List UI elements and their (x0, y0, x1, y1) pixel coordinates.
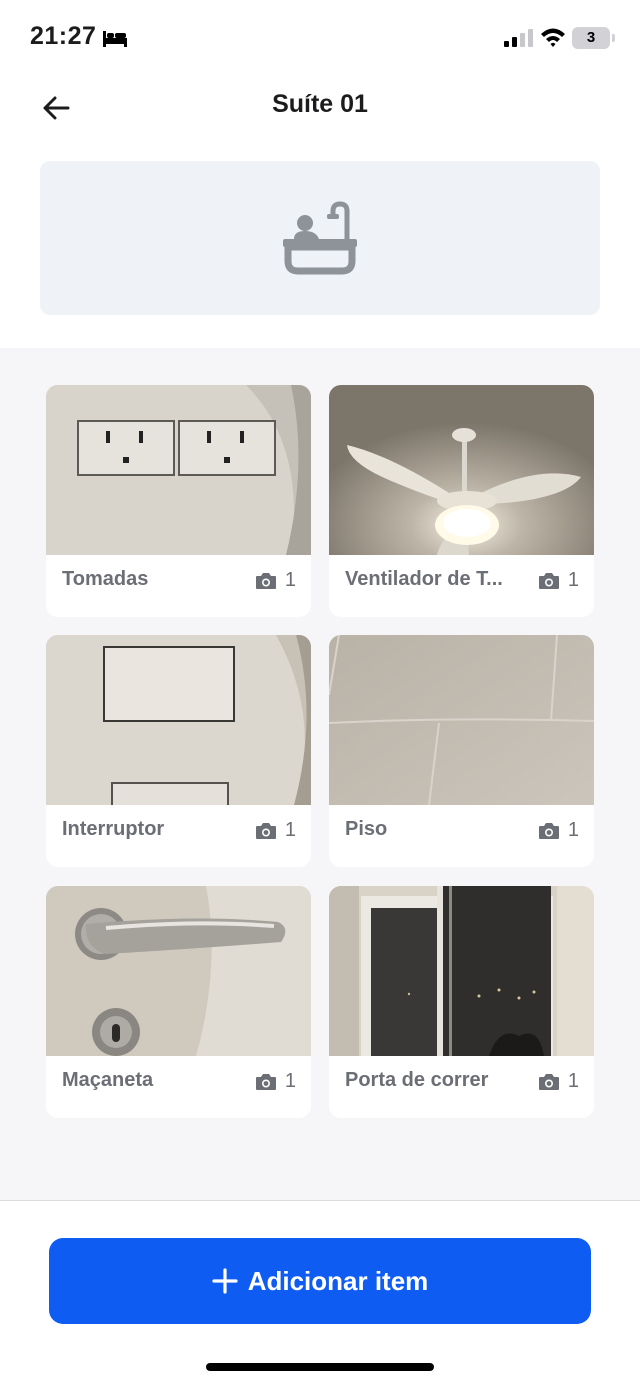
item-card-tomadas[interactable]: Tomadas 1 (46, 385, 311, 617)
camera-icon (255, 572, 276, 589)
item-photo-tomadas (46, 385, 311, 555)
plus-icon (212, 1268, 238, 1294)
photo-count-value: 1 (567, 1070, 579, 1092)
item-card-interruptor[interactable]: Interruptor 1 (46, 635, 311, 867)
item-photo-porta-de-correr (329, 886, 594, 1056)
item-photo-macaneta (46, 886, 311, 1056)
photo-count: 1 (538, 1070, 579, 1093)
camera-icon (538, 572, 559, 589)
item-label: Piso (345, 818, 388, 840)
status-bar: 21:27 3 (0, 0, 640, 78)
item-photo-piso (329, 635, 594, 805)
camera-icon (538, 822, 559, 839)
item-label: Maçaneta (62, 1069, 154, 1091)
battery-level: 3 (586, 29, 596, 46)
item-label: Porta de correr (345, 1069, 489, 1091)
camera-icon (255, 822, 276, 839)
page-title: Suíte 01 (272, 90, 368, 118)
add-item-label: Adicionar item (247, 1265, 429, 1296)
item-card-porta-de-correr[interactable]: Porta de correr 1 (329, 886, 594, 1118)
items-grid: Tomadas 1 Ventilador de T... 1 Interrupt… (0, 348, 640, 1200)
add-item-button[interactable]: Adicionar item (49, 1238, 591, 1324)
camera-icon (255, 1073, 276, 1090)
photo-count: 1 (255, 1070, 296, 1093)
item-label: Interruptor (62, 818, 165, 840)
photo-count: 1 (538, 569, 579, 592)
item-label: Tomadas (62, 568, 149, 590)
photo-count-value: 1 (284, 1070, 296, 1092)
battery-cap (612, 34, 615, 42)
bottom-divider (0, 1200, 640, 1201)
photo-count: 1 (255, 569, 296, 592)
home-indicator[interactable] (206, 1363, 434, 1371)
bathtub-icon (283, 201, 357, 275)
photo-count-value: 1 (567, 569, 579, 591)
signal-icon (504, 29, 533, 47)
item-card-macaneta[interactable]: Maçaneta 1 (46, 886, 311, 1118)
battery-icon: 3 (572, 27, 610, 49)
photo-count: 1 (538, 819, 579, 842)
photo-count-value: 1 (284, 569, 296, 591)
photo-count: 1 (255, 819, 296, 842)
bed-icon (103, 31, 127, 47)
item-card-piso[interactable]: Piso 1 (329, 635, 594, 867)
room-banner (40, 161, 600, 315)
nav-header: Suíte 01 (0, 78, 640, 140)
wifi-icon (541, 28, 565, 47)
item-card-ventilador[interactable]: Ventilador de T... 1 (329, 385, 594, 617)
item-label: Ventilador de T... (345, 568, 503, 590)
status-time: 21:27 (30, 22, 97, 50)
camera-icon (538, 1073, 559, 1090)
photo-count-value: 1 (284, 819, 296, 841)
item-photo-ventilador (329, 385, 594, 555)
photo-count-value: 1 (567, 819, 579, 841)
item-photo-interruptor (46, 635, 311, 805)
